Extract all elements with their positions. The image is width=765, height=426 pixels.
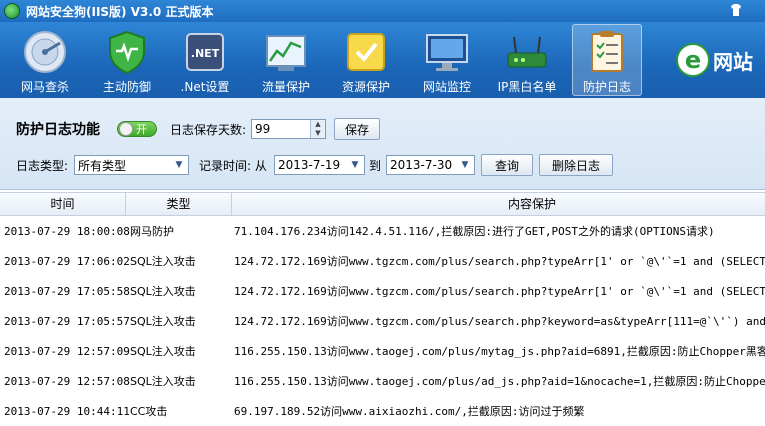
log-table[interactable]: 时间 类型 内容保护 2013-07-29 18:00:08 网马防护 71.1… [0,192,765,426]
toggle-knob [119,122,133,136]
save-button[interactable]: 保存 [334,118,380,140]
cell-content: 116.255.150.13访问www.taogej.com/plus/myta… [234,345,765,358]
app-logo-icon [4,3,20,19]
table-row[interactable]: 2013-07-29 17:05:58 SQL注入攻击 124.72.172.1… [0,277,765,307]
tool-site-monitor[interactable]: 网站监控 [412,24,482,96]
table-header: 时间 类型 内容保护 [0,192,765,216]
column-header-content[interactable]: 内容保护 [232,193,765,216]
cell-time: 2013-07-29 12:57:08 [4,375,130,388]
monitor-icon [426,34,468,71]
days-value: 99 [255,122,271,136]
tool-label: 资源保护 [341,80,390,94]
table-row[interactable]: 2013-07-29 12:57:08 SQL注入攻击 116.255.150.… [0,367,765,397]
toggle-label: 开 [136,123,147,136]
traffic-chart-icon [266,35,306,71]
days-input[interactable]: 99 ▲ ▼ [251,119,326,139]
cell-time: 2013-07-29 17:06:02 [4,255,130,268]
tool-label: IP黑白名单 [497,80,557,94]
cell-type: SQL注入攻击 [130,345,196,358]
cell-content: 116.255.150.13访问www.taogej.com/plus/ad_j… [234,375,765,388]
cell-time: 2013-07-29 17:05:57 [4,315,130,328]
time-label: 记录时间: 从 [199,158,267,173]
tool-label: 流量保护 [261,80,310,94]
settings-row-1: 防护日志功能 开 日志保存天数: 99 ▲ ▼ 保存 [0,116,765,142]
log-enable-toggle[interactable]: 开 [117,121,157,137]
clipboard-log-icon [591,31,623,72]
spin-arrows-icon[interactable]: ▲ ▼ [310,120,325,138]
table-row[interactable]: 2013-07-29 10:44:11 CC攻击 69.197.189.52访问… [0,397,765,426]
table-row[interactable]: 2013-07-29 18:00:08 网马防护 71.104.176.234访… [0,217,765,247]
tool-active-defense[interactable]: 主动防御 [92,24,162,96]
cell-time: 2013-07-29 18:00:08 [4,225,130,238]
days-label: 日志保存天数: [170,122,247,137]
main-toolbar: 网马查杀 主动防御 .NET .Net设置 流量保护 资源保护 网站监控 IP黑… [0,22,765,98]
table-row[interactable]: 2013-07-29 17:05:57 SQL注入攻击 124.72.172.1… [0,307,765,337]
brand-logo: e 网站 [676,40,765,80]
cell-content: 124.72.172.169访问www.tgzcm.com/plus/searc… [234,315,765,328]
column-header-time[interactable]: 时间 [0,193,126,216]
log-type-select[interactable]: 所有类型 ▼ [74,155,189,175]
tool-label: 主动防御 [102,80,151,94]
title-bar: 网站安全狗(IIS版) V3.0 正式版本 [0,0,765,22]
cell-time: 2013-07-29 17:05:58 [4,285,130,298]
tool-protect-log[interactable]: 防护日志 [572,24,642,96]
query-button[interactable]: 查询 [481,154,533,176]
tool-trojan-scan[interactable]: 网马查杀 [10,24,80,96]
from-date-value: 2013-7-19 [278,158,341,172]
chevron-down-icon: ▼ [351,160,359,170]
chevron-down-icon: ▼ [461,160,469,170]
cell-type: SQL注入攻击 [130,315,196,328]
cell-time: 2013-07-29 10:44:11 [4,405,130,418]
cell-content: 124.72.172.169访问www.tgzcm.com/plus/searc… [234,255,765,268]
chevron-down-icon: ▼ [175,160,183,170]
tool-label: 网马查杀 [20,80,69,94]
cell-content: 124.72.172.169访问www.tgzcm.com/plus/searc… [234,285,765,298]
cell-type: CC攻击 [130,405,168,418]
tool-label: .Net设置 [180,80,230,94]
folder-check-icon [347,33,385,71]
window-title: 网站安全狗(IIS版) V3.0 正式版本 [26,4,214,19]
section-title: 防护日志功能 [16,122,100,138]
cell-type: SQL注入攻击 [130,375,196,388]
tool-net-settings[interactable]: .NET .Net设置 [170,24,240,96]
log-settings-panel: 防护日志功能 开 日志保存天数: 99 ▲ ▼ 保存 日志类型: 所有类型 ▼ 记… [0,98,765,190]
tool-traffic-protect[interactable]: 流量保护 [251,24,321,96]
table-row[interactable]: 2013-07-29 12:57:09 SQL注入攻击 116.255.150.… [0,337,765,367]
skin-shirt-icon[interactable] [729,3,743,17]
cell-type: 网马防护 [130,225,174,238]
tool-label: 网站监控 [422,80,471,94]
tool-label: 防护日志 [582,80,631,94]
cell-type: SQL注入攻击 [130,255,196,268]
svg-text:.NET: .NET [191,47,220,60]
brand-e-icon: e [676,43,710,77]
shield-icon [109,30,145,75]
tool-ip-list[interactable]: IP黑白名单 [492,24,562,96]
column-header-type[interactable]: 类型 [126,193,232,216]
settings-row-2: 日志类型: 所有类型 ▼ 记录时间: 从 2013-7-19 ▼ 到 2013-… [0,152,765,178]
router-icon [507,36,547,68]
type-label: 日志类型: [16,158,69,173]
from-date-picker[interactable]: 2013-7-19 ▼ [274,155,365,175]
brand-text: 网站 [713,49,753,74]
log-type-value: 所有类型 [78,158,127,173]
to-date-picker[interactable]: 2013-7-30 ▼ [386,155,475,175]
net-chip-icon: .NET [186,33,224,71]
tool-resource-protect[interactable]: 资源保护 [331,24,401,96]
delete-log-button[interactable]: 删除日志 [539,154,613,176]
table-row[interactable]: 2013-07-29 17:06:02 SQL注入攻击 124.72.172.1… [0,247,765,277]
radar-scan-icon [24,31,66,73]
cell-content: 69.197.189.52访问www.aixiaozhi.com/,拦截原因:访… [234,405,585,418]
cell-content: 71.104.176.234访问142.4.51.116/,拦截原因:进行了GE… [234,225,715,238]
cell-time: 2013-07-29 12:57:09 [4,345,130,358]
cell-type: SQL注入攻击 [130,285,196,298]
to-date-value: 2013-7-30 [390,158,453,172]
to-label: 到 [369,158,382,173]
